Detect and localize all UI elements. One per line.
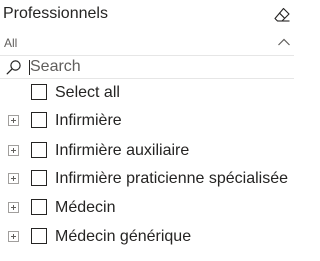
search-box [0, 56, 294, 79]
list-item[interactable]: Infirmière praticienne spécialisée [0, 165, 294, 194]
search-icon [6, 60, 21, 75]
list-item[interactable]: Médecin générique [0, 223, 294, 252]
list-item[interactable]: Infirmière auxiliaire [0, 137, 294, 166]
expand-plus-icon[interactable] [8, 202, 19, 213]
item-checkbox[interactable] [31, 228, 47, 244]
slicer-header: Professionnels [3, 4, 293, 26]
eraser-icon[interactable] [273, 6, 291, 24]
expand-plus-icon[interactable] [8, 115, 19, 126]
expand-plus-icon[interactable] [8, 145, 19, 156]
chevron-up-icon[interactable] [277, 37, 291, 47]
text-cursor [29, 60, 30, 75]
item-label: Infirmière auxiliaire [55, 142, 190, 159]
select-all-label: Select all [55, 84, 120, 101]
expand-plus-icon[interactable] [8, 231, 19, 242]
slicer-title: Professionnels [3, 5, 108, 22]
expand-plus-icon[interactable] [8, 173, 19, 184]
select-all-checkbox[interactable] [31, 84, 47, 100]
slicer-dropdown[interactable]: All [0, 31, 294, 56]
item-label: Médecin générique [55, 228, 192, 245]
dropdown-selected-value: All [4, 36, 18, 50]
list-item[interactable]: Médecin [0, 194, 294, 223]
item-label: Médecin [55, 199, 116, 216]
item-label: Infirmière [55, 112, 122, 129]
item-checkbox[interactable] [31, 142, 47, 158]
item-checkbox[interactable] [31, 112, 47, 128]
item-label: Infirmière praticienne spécialisée [55, 170, 288, 187]
item-checkbox[interactable] [31, 170, 47, 186]
search-input[interactable] [27, 57, 288, 77]
list-item[interactable]: Infirmière [0, 107, 294, 136]
professionnels-slicer: Professionnels All Select all Infirmière [0, 0, 295, 261]
item-checkbox[interactable] [31, 199, 47, 215]
select-all-row[interactable]: Select all [0, 79, 294, 108]
